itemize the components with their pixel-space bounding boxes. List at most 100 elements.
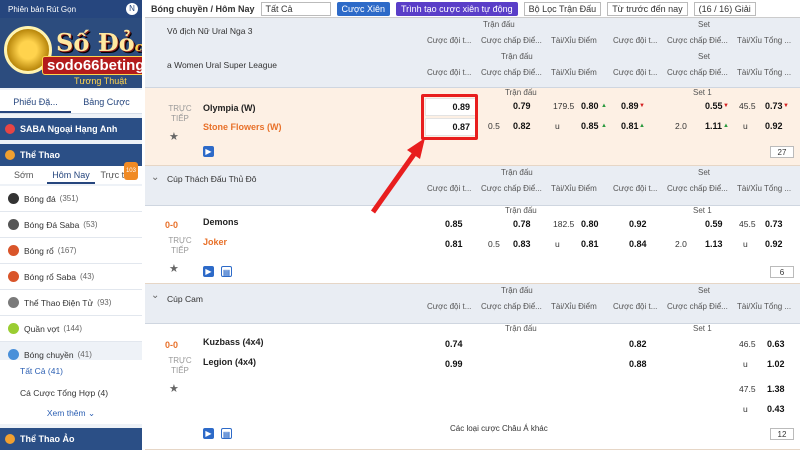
- sport-name: Bóng Đá Saba: [24, 219, 80, 230]
- match-subheader: Trận đấu: [505, 324, 537, 333]
- sport-item-basketball[interactable]: Bóng rổ (167): [0, 238, 142, 264]
- new-badge: N: [126, 3, 138, 15]
- market-filter-select[interactable]: Tất Cả: [260, 1, 331, 16]
- other-asian-markets-link[interactable]: Các loại cược Châu Á khác: [450, 424, 548, 433]
- sport-item-soccer[interactable]: Bóng đá (351): [0, 186, 142, 212]
- favorite-star-icon[interactable]: ★: [169, 130, 179, 143]
- odds-value[interactable]: 0.74: [445, 339, 463, 349]
- see-more-link[interactable]: Xem thêm ⌄: [0, 402, 142, 424]
- odds-value[interactable]: 0.79: [513, 101, 531, 111]
- league-header[interactable]: Vô địch Nữ Ural Nga 3 a Women Ural Super…: [145, 18, 800, 88]
- odds-value[interactable]: 1.02: [767, 359, 785, 369]
- odds-value[interactable]: 0.80: [581, 101, 599, 111]
- collapse-chevron-icon[interactable]: ⌄: [151, 290, 159, 301]
- parlay-button[interactable]: Cược Xiên: [336, 1, 390, 16]
- home-team: Kuzbass (4x4): [203, 337, 264, 347]
- total-line: 46.5: [739, 339, 756, 349]
- match-score: 0-0: [165, 220, 179, 230]
- live-stream-icon[interactable]: ▶: [203, 146, 214, 157]
- tab-live[interactable]: Trực tiếp 103: [95, 162, 142, 184]
- odds-value[interactable]: 0.73: [765, 101, 783, 111]
- tab-early[interactable]: Sớm: [0, 166, 47, 184]
- odds-value[interactable]: 0.92: [765, 239, 783, 249]
- match-group-header: Trận đấu: [483, 20, 515, 29]
- match-row: Trận đấu Set 1 0-0 TRỰC TIẾP ★ Kuzbass (…: [145, 324, 800, 450]
- sport-item-saba-basketball[interactable]: Bóng rổ Saba (43): [0, 264, 142, 290]
- odds-value[interactable]: 0.81: [581, 239, 599, 249]
- subitem-outright[interactable]: Cá Cược Tổng Hợp (4): [0, 382, 142, 404]
- compact-version-link[interactable]: Phiên bản Rút Gọn N: [0, 0, 142, 18]
- toolbar: Bóng chuyền / Hôm Nay Tất Cả Cược Xiên T…: [145, 0, 800, 18]
- odds-value[interactable]: 1.38: [767, 384, 785, 394]
- match-row: Trận đấu Set 1 0-0 TRỰC TIẾP ★ Demons Jo…: [145, 206, 800, 284]
- odds-value[interactable]: 0.84: [629, 239, 647, 249]
- odds-value[interactable]: 0.88: [629, 359, 647, 369]
- live-status: TRỰC TIẾP: [168, 104, 192, 123]
- live-stream-icon[interactable]: ▶: [203, 428, 214, 439]
- odds-value[interactable]: 0.55: [705, 101, 723, 111]
- collapse-chevron-icon[interactable]: ⌄: [151, 172, 159, 183]
- odds-value[interactable]: 0.59: [705, 219, 723, 229]
- odds-value[interactable]: 0.81: [445, 239, 463, 249]
- col-header: Cược chấp Điể...: [481, 302, 542, 311]
- handicap-value: 2.0: [675, 239, 687, 249]
- odds-value[interactable]: 0.63: [767, 339, 785, 349]
- sports-label: Thể Thao: [20, 150, 60, 160]
- odds-value[interactable]: 0.92: [765, 121, 783, 131]
- odds-value[interactable]: 0.99: [445, 359, 463, 369]
- virtual-sports-icon: [5, 434, 15, 444]
- odds-value[interactable]: 0.92: [629, 219, 647, 229]
- virtual-sports-label: Thể Thao Ảo: [20, 434, 75, 444]
- breadcrumb: Bóng chuyền / Hôm Nay: [151, 3, 255, 14]
- more-markets-count[interactable]: 12: [770, 428, 794, 440]
- basketball-icon: [8, 245, 19, 256]
- odds-value[interactable]: 0.78: [513, 219, 531, 229]
- tab-bet-list[interactable]: Bảng Cược: [71, 90, 142, 113]
- odds-value[interactable]: 0.43: [767, 404, 785, 414]
- sport-item-tennis[interactable]: Quần vợt (144): [0, 316, 142, 342]
- league-header[interactable]: ⌄ Cúp Cam Trận đấu Set Cược đội t... Cượ…: [145, 284, 800, 324]
- favorite-star-icon[interactable]: ★: [169, 382, 179, 395]
- more-markets-count[interactable]: 6: [770, 266, 794, 278]
- odds-value[interactable]: 0.80: [581, 219, 599, 229]
- odds-value[interactable]: 1.13: [705, 239, 723, 249]
- tab-betslip[interactable]: Phiếu Đặ...: [0, 90, 71, 113]
- more-markets-count[interactable]: 27: [770, 146, 794, 158]
- sports-section[interactable]: Thể Thao: [0, 144, 142, 166]
- total-line: 45.5: [739, 219, 756, 229]
- odds-value[interactable]: 0.85: [581, 121, 599, 131]
- subitem-all[interactable]: Tất Cả (41): [0, 360, 142, 382]
- set-group-header: Set: [698, 52, 711, 61]
- handicap-value: 0.5: [488, 121, 500, 131]
- odds-value[interactable]: 0.82: [513, 121, 531, 131]
- league-subname: a Women Ural Super League: [167, 60, 277, 70]
- odds-value[interactable]: 0.83: [513, 239, 531, 249]
- live-count-badge: 103: [123, 162, 138, 180]
- odds-value[interactable]: 1.11: [705, 121, 722, 131]
- col-header: Cược chấp Điể...: [667, 68, 728, 77]
- col-header: Tài/Xỉu Điểm: [551, 68, 597, 77]
- auto-parlay-button[interactable]: Trình tạo cược xiên tự động: [395, 1, 518, 16]
- volleyball-icon: [8, 349, 19, 360]
- live-stream-icon[interactable]: ▶: [203, 266, 214, 277]
- col-header: Cược đội t...: [613, 302, 658, 311]
- sport-item-esports[interactable]: Thể Thao Điện Tử (93): [0, 290, 142, 316]
- stats-icon[interactable]: ▦: [221, 266, 232, 277]
- stats-icon[interactable]: ▦: [221, 428, 232, 439]
- odds-value[interactable]: 0.73: [765, 219, 783, 229]
- virtual-sports-section[interactable]: Thể Thao Ảo: [0, 428, 142, 450]
- league-count-select[interactable]: (16 / 16) Giải: [693, 1, 756, 16]
- league-name: Cúp Cam: [167, 294, 203, 304]
- odds-value[interactable]: 0.81: [621, 121, 639, 131]
- sport-item-saba-soccer[interactable]: Bóng Đá Saba (53): [0, 212, 142, 238]
- sport-count: (144): [63, 324, 83, 333]
- odds-value[interactable]: 0.82: [629, 339, 647, 349]
- league-header[interactable]: ⌄ Cúp Thách Đấu Thủ Đô Trận đấu Set Cược…: [145, 166, 800, 206]
- sort-select[interactable]: Từ trước đến nay: [607, 1, 688, 16]
- odds-value[interactable]: 0.89: [621, 101, 639, 111]
- saba-league-section[interactable]: SABA Ngoại Hạng Anh: [0, 118, 142, 140]
- match-filter-select[interactable]: Bộ Lọc Trận Đấu: [523, 1, 602, 16]
- odds-value[interactable]: 0.85: [445, 219, 463, 229]
- tab-today[interactable]: Hôm Nay: [47, 166, 95, 184]
- favorite-star-icon[interactable]: ★: [169, 262, 179, 275]
